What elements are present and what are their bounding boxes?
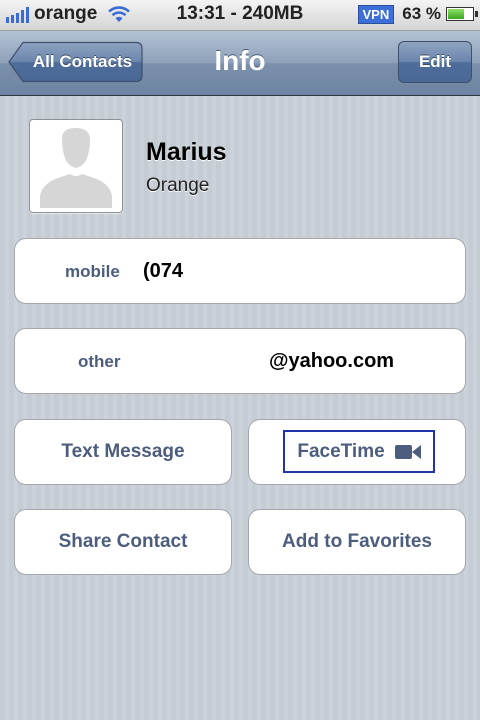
field-value-other: @yahoo.com — [269, 350, 395, 372]
status-bar: orange 13:31 - 240MB VPN 63 % — [0, 0, 480, 31]
text-message-label: Text Message — [61, 441, 185, 462]
battery-icon — [446, 7, 478, 21]
field-label-other: other — [78, 352, 121, 371]
edit-button[interactable]: Edit — [398, 41, 472, 83]
contact-photo[interactable] — [29, 119, 123, 213]
battery-percent: 63 % — [402, 4, 441, 23]
status-right: VPN 63 % — [357, 4, 478, 24]
video-camera-icon — [394, 444, 421, 459]
share-contact-label: Share Contact — [58, 531, 188, 552]
field-label-mobile: mobile — [65, 262, 120, 281]
facetime-button[interactable]: FaceTime — [248, 419, 466, 485]
add-to-favorites-button[interactable]: Add to Favorites — [248, 509, 466, 575]
email-field[interactable]: other @yahoo.com — [14, 328, 466, 394]
facetime-label: FaceTime — [297, 440, 385, 462]
facetime-focus-ring: FaceTime — [283, 430, 435, 473]
text-message-button[interactable]: Text Message — [14, 419, 232, 485]
vpn-badge: VPN — [357, 4, 395, 24]
person-silhouette-icon — [40, 128, 112, 208]
share-contact-button[interactable]: Share Contact — [14, 509, 232, 575]
add-to-favorites-label: Add to Favorites — [282, 531, 432, 552]
mobile-field[interactable]: mobile (074 — [14, 238, 466, 304]
contact-name: Marius — [146, 138, 227, 166]
field-value-mobile: (074 — [143, 260, 184, 282]
contact-company: Orange — [146, 175, 210, 196]
navigation-bar: All Contacts Info Edit — [0, 31, 480, 96]
battery-level — [448, 9, 465, 19]
